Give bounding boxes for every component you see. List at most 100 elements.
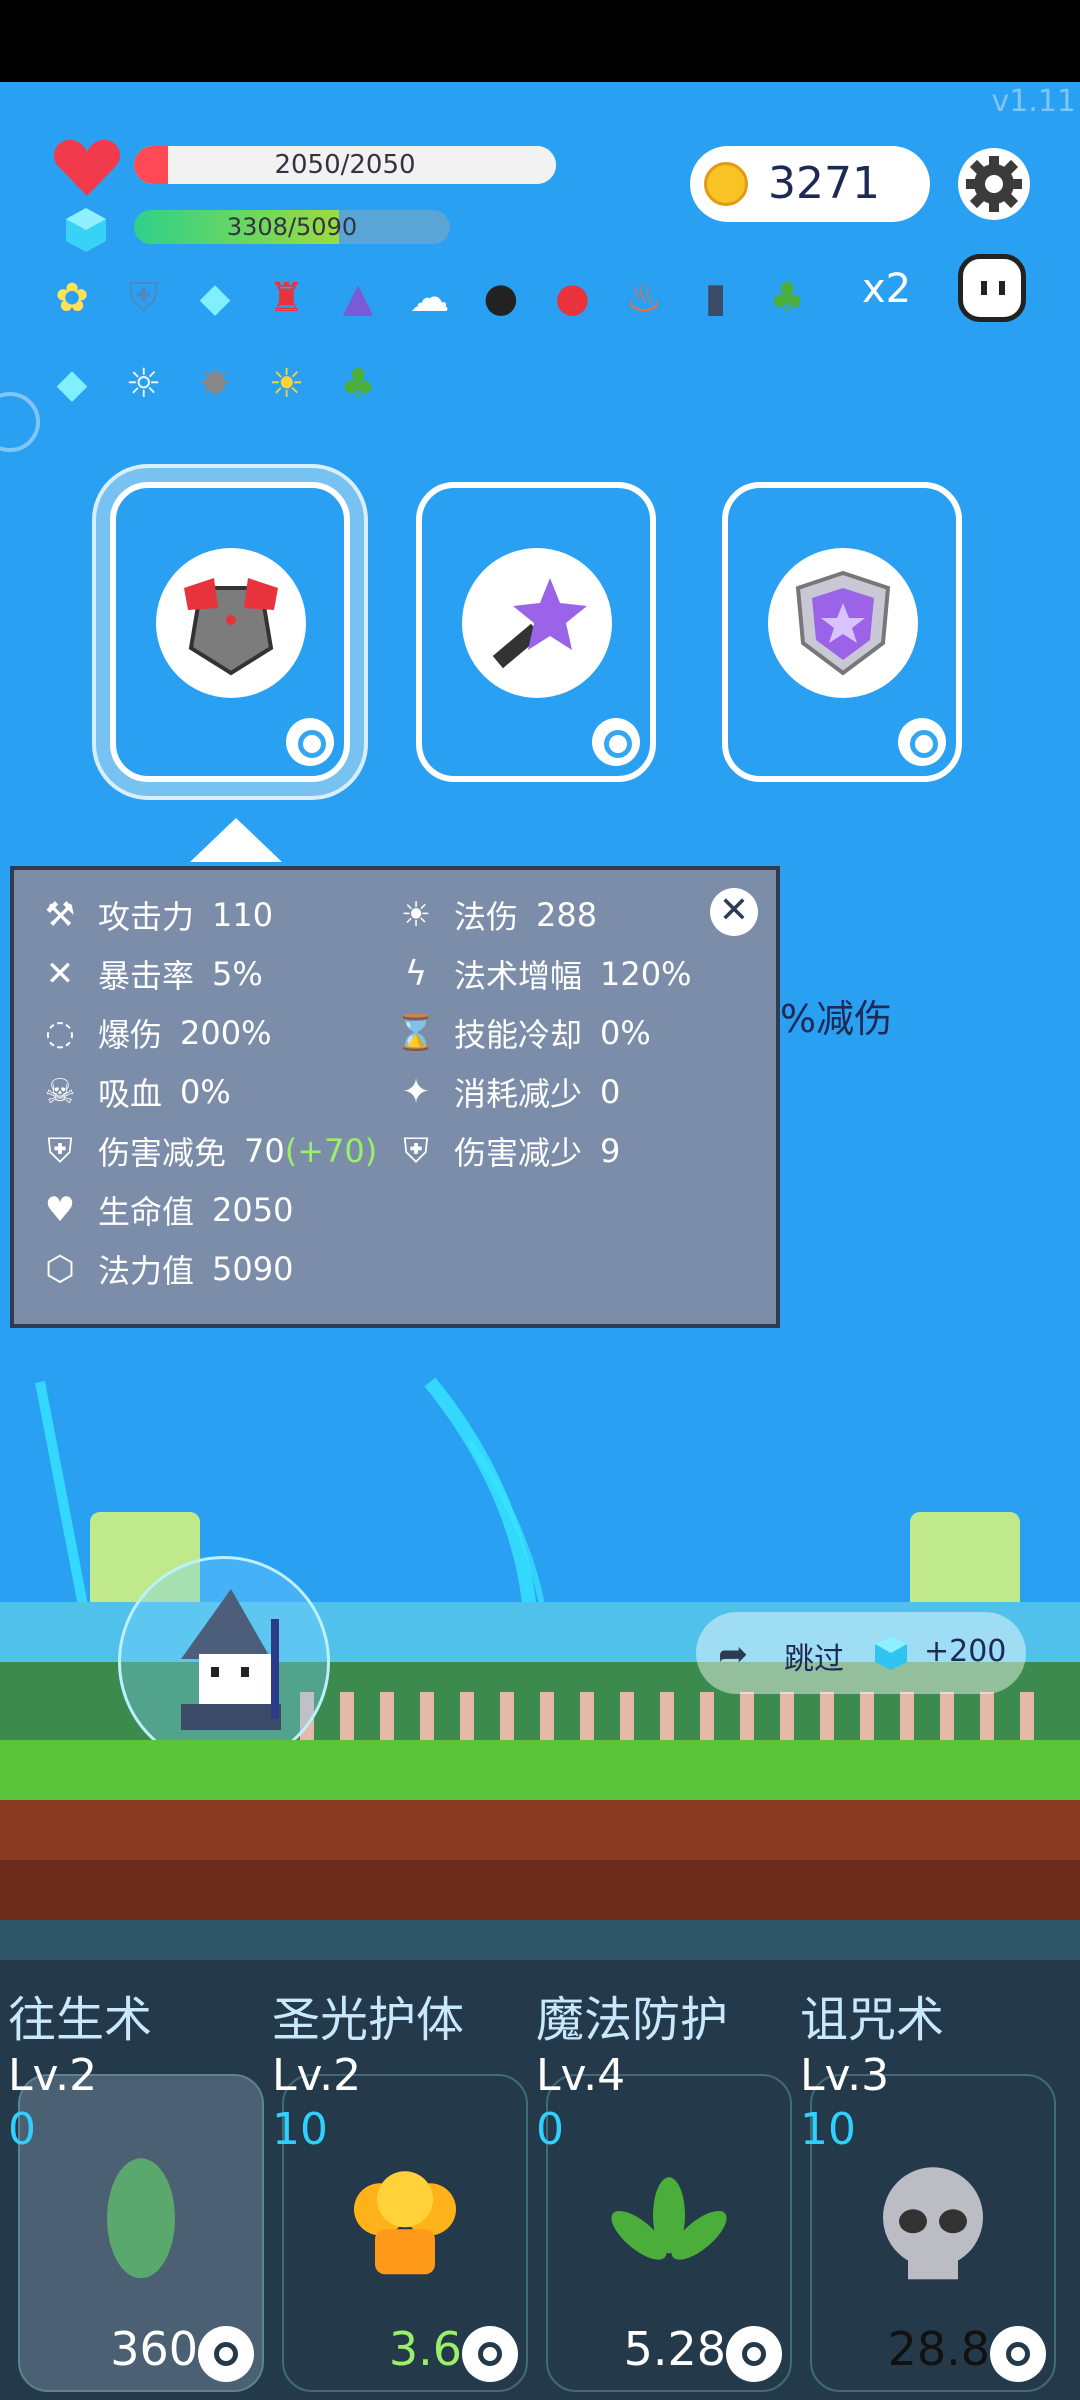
- card-star-shield[interactable]: [722, 482, 962, 782]
- stat-row: ⌛ 技能冷却 0%: [394, 1008, 651, 1058]
- skill-slot[interactable]: 3.6 圣光护体 Lv.2 10: [264, 1920, 528, 2400]
- refresh-icon: [898, 718, 946, 766]
- stat-row: ⛨ 伤害减少 9: [394, 1126, 620, 1176]
- ground-grass: [0, 1740, 1080, 1800]
- skill-frame[interactable]: 360: [18, 2074, 264, 2392]
- stat-bonus: (+70): [284, 1132, 378, 1170]
- refresh-icon: [592, 718, 640, 766]
- card-pointer: [190, 818, 282, 862]
- crit-damage-icon: ◌: [45, 1013, 75, 1053]
- skill-name: 圣光护体: [272, 1992, 465, 2048]
- crystal-icon: [872, 1634, 910, 1672]
- fire-icon: ♨: [626, 275, 662, 321]
- coin-icon: [704, 162, 748, 206]
- skill-level: Lv.2: [8, 2050, 98, 2101]
- shield-outline-icon: ⛨: [47, 1131, 73, 1171]
- hp-bar: 2050/2050: [134, 146, 556, 184]
- apple-icon: ●: [555, 275, 590, 321]
- skip-reward: +200: [924, 1634, 1007, 1669]
- skill-value: 360: [110, 2322, 198, 2376]
- cauldron-icon: ●: [483, 275, 519, 321]
- gear-icon[interactable]: [198, 2326, 254, 2382]
- stat-label: 消耗减少: [454, 1075, 583, 1113]
- skill-count: 10: [272, 2104, 328, 2155]
- skill-value: 3.6: [388, 2322, 462, 2376]
- wing-icon: ☁: [409, 275, 450, 321]
- stat-label: 攻击力: [98, 898, 195, 936]
- stat-value: 0%: [180, 1073, 231, 1111]
- stat-label: 爆伤: [98, 1016, 163, 1054]
- skill-frame[interactable]: 5.28: [546, 2074, 792, 2392]
- shield-icon: ⛨: [128, 275, 159, 321]
- gear-icon[interactable]: [462, 2326, 518, 2382]
- gear-icon[interactable]: [726, 2326, 782, 2382]
- skill-slot[interactable]: 5.28 魔法防护 Lv.4 0: [528, 1920, 792, 2400]
- ground-dirt-dark: [0, 1860, 1080, 1920]
- stat-row: ϟ 法术增幅 120%: [394, 949, 692, 999]
- skill-count: 0: [8, 2104, 36, 2155]
- stat-value: 0%: [600, 1014, 651, 1052]
- wizard-hat-icon: ▲: [342, 275, 374, 321]
- stat-value: 200%: [180, 1014, 272, 1052]
- skill-level: Lv.4: [536, 2050, 626, 2101]
- skill-value: 5.28: [623, 2322, 726, 2376]
- stat-row: ⚒ 攻击力 110: [38, 890, 273, 940]
- stat-row: ☀ 法伤 288: [394, 890, 597, 940]
- status-bar: [0, 0, 1080, 82]
- sapling-icon: ♣: [340, 361, 376, 407]
- diamond-icon: ◆: [199, 275, 231, 321]
- stat-value: 0: [600, 1073, 621, 1111]
- skill-value: 28.8: [887, 2322, 990, 2376]
- magic-wand-icon: [462, 548, 612, 698]
- version-label: v1.11: [991, 84, 1076, 119]
- stat-row: ⬡ 法力值 5090: [38, 1244, 293, 1294]
- mana-crystal-icon: [62, 206, 110, 254]
- stat-row: ✕ 暴击率 5%: [38, 949, 263, 999]
- skill-slot[interactable]: 28.8 诅咒术 Lv.3 10: [792, 1920, 1056, 2400]
- sapling-icon: ♣: [769, 275, 805, 321]
- stat-value: 5090: [212, 1250, 294, 1288]
- mp-text: 3308/5090: [226, 213, 358, 241]
- golden-flower-icon: [340, 2159, 470, 2293]
- skill-name: 诅咒术: [800, 1992, 945, 2048]
- skill-slot[interactable]: 360 往生术 Lv.2 0: [0, 1920, 264, 2400]
- skill-count: 10: [800, 2104, 856, 2155]
- stat-value: 110: [212, 896, 274, 934]
- skull-book-icon: ▮: [704, 275, 727, 321]
- mp-bar: 3308/5090: [134, 210, 450, 244]
- multiplier-label: x2: [862, 266, 912, 312]
- damage-reduction-caption: %减伤: [780, 997, 893, 1041]
- refresh-icon: [286, 718, 334, 766]
- ghost-icon[interactable]: [958, 254, 1026, 322]
- stat-row: ♥ 生命值 2050: [38, 1185, 294, 1235]
- card-magic-wand[interactable]: [416, 482, 656, 782]
- stat-row: ☠ 吸血 0%: [38, 1067, 231, 1117]
- stat-label: 吸血: [98, 1075, 163, 1113]
- settings-gear-icon[interactable]: [956, 146, 1032, 222]
- diamond-icon: ◆: [56, 361, 88, 407]
- stat-label: 生命值: [98, 1193, 195, 1231]
- stat-value: 120%: [600, 955, 692, 993]
- wand-icon: ✦: [401, 1072, 431, 1112]
- close-stats-button[interactable]: ✕: [710, 888, 758, 936]
- stat-label: 暴击率: [98, 957, 195, 995]
- star-shield-icon: [768, 548, 918, 698]
- gear-icon[interactable]: [990, 2326, 1046, 2382]
- stat-row: ⛨ 伤害减免 70 (+70): [38, 1126, 377, 1176]
- stat-label: 法术增幅: [454, 957, 583, 995]
- card-armor[interactable]: [110, 482, 350, 782]
- coin-amount: 3271: [768, 158, 880, 209]
- player-shield-bubble: [118, 1556, 330, 1768]
- stat-label: 法力值: [98, 1252, 195, 1290]
- skip-label: 跳过: [784, 1642, 844, 1677]
- skill-level: Lv.2: [272, 2050, 362, 2101]
- stat-label: 技能冷却: [454, 1016, 583, 1054]
- stat-value: 288: [536, 896, 598, 934]
- armor-icon: ♜: [268, 275, 305, 321]
- stat-value: 2050: [212, 1191, 294, 1229]
- armor-icon: [156, 548, 306, 698]
- skill-count: 0: [536, 2104, 564, 2155]
- hexagon-icon: ⬡: [45, 1249, 75, 1289]
- sprout-icon: [604, 2170, 734, 2284]
- stat-label: 伤害减免: [98, 1134, 227, 1172]
